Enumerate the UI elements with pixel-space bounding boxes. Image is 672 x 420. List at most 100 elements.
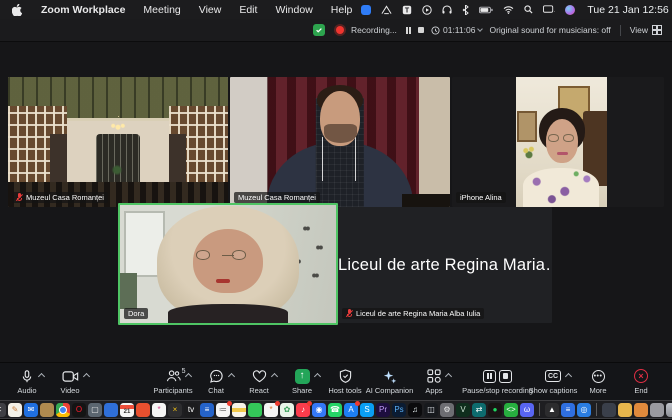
video-tile-museum-host[interactable]: Muzeul Casa Romanței: [230, 77, 450, 207]
menu-item-meeting[interactable]: Meeting: [134, 4, 189, 16]
chevron-up-icon[interactable]: [445, 373, 452, 380]
chevron-up-icon[interactable]: [38, 373, 45, 380]
dock-icon-notes[interactable]: [232, 403, 246, 417]
toolbar-chat-button[interactable]: Chat: [199, 368, 233, 395]
dock-icon-tiktok[interactable]: ♫: [408, 403, 422, 417]
video-tile-dora-active-speaker[interactable]: Dora: [118, 203, 338, 325]
t-square-icon[interactable]: T: [402, 5, 412, 15]
dock-icon-spotify[interactable]: ●: [488, 403, 502, 417]
dock-icon-system-settings[interactable]: ⚙: [440, 403, 454, 417]
dock-icon-photoshop[interactable]: Ps: [392, 403, 406, 417]
dock-icon-preview-app[interactable]: ▢: [88, 403, 102, 417]
dock-icon-v-app[interactable]: V: [456, 403, 470, 417]
apple-menu-icon[interactable]: [12, 4, 22, 16]
video-tile-liceul[interactable]: Liceul de arte Regina Maria… Liceul de a…: [338, 207, 552, 323]
dock-icon-skype[interactable]: S: [360, 403, 374, 417]
dock-icon-reminders[interactable]: ≔: [216, 403, 230, 417]
dock-icon-blue-lines-app[interactable]: ≡: [200, 403, 214, 417]
dock-icon-music[interactable]: ♪: [296, 403, 310, 417]
toolbar-label: AI Companion: [366, 386, 414, 395]
shield-icon: [339, 368, 352, 384]
original-sound-toggle[interactable]: Original sound for musicians: off: [489, 25, 610, 35]
dock-icon-chrome[interactable]: [56, 403, 70, 417]
dock-icon-yellow-folder[interactable]: [618, 403, 632, 417]
battery-icon[interactable]: [479, 6, 493, 14]
dock-icon-color-wheel-app[interactable]: *: [264, 403, 278, 417]
chevron-up-icon[interactable]: [270, 373, 277, 380]
zoom-meeting-screen: Zoom WorkplaceMeetingViewEditWindowHelp …: [0, 0, 672, 420]
toolbar-captions-button[interactable]: CCShow captions: [534, 368, 572, 395]
pause-recording-icon[interactable]: [406, 27, 411, 34]
dock-icon-dark-z-app[interactable]: ◫: [424, 403, 438, 417]
dock-icon-dark-folder[interactable]: [602, 403, 616, 417]
toolbar-react-button[interactable]: React: [242, 368, 276, 395]
toolbar-participants-button[interactable]: 5Participants: [156, 368, 190, 395]
headphones-icon[interactable]: [442, 5, 452, 14]
end-call-icon: ×: [634, 369, 648, 383]
dock-icon-orange-circle-app[interactable]: [136, 403, 150, 417]
dock-icon-launchpad[interactable]: ∷: [0, 403, 6, 417]
chevron-up-icon[interactable]: [313, 373, 320, 380]
chevron-up-icon[interactable]: [184, 373, 191, 380]
dock-icon-apple-tv[interactable]: tv: [184, 403, 198, 417]
siri-icon[interactable]: [565, 5, 575, 15]
dock-icon-teal-arrows-app[interactable]: ⇄: [472, 403, 486, 417]
dock-icon-trash[interactable]: [666, 403, 672, 417]
toolbar-more-button[interactable]: •••More: [581, 368, 615, 395]
dock-icon-app-store[interactable]: A: [344, 403, 358, 417]
aframe-icon[interactable]: [381, 5, 392, 15]
dock-icon-photos[interactable]: *: [152, 403, 166, 417]
dock-icon-tan-app[interactable]: [40, 403, 54, 417]
app-blue-icon[interactable]: [361, 5, 371, 15]
menu-item-edit[interactable]: Edit: [230, 4, 266, 16]
menu-items: Zoom WorkplaceMeetingViewEditWindowHelp: [32, 4, 361, 16]
bluetooth-icon[interactable]: [462, 5, 469, 15]
dock-icon-premiere[interactable]: Pr: [376, 403, 390, 417]
chevron-up-icon[interactable]: [82, 373, 89, 380]
dock-icon-green-app[interactable]: [248, 403, 262, 417]
toolbar-apps-button[interactable]: Apps: [417, 368, 451, 395]
menu-bar-clock[interactable]: Tue 21 Jan 12:56: [587, 4, 668, 16]
video-tile-museum-hall[interactable]: Muzeul Casa Romanței: [8, 77, 228, 207]
menu-item-view[interactable]: View: [190, 4, 231, 16]
chevron-down-icon[interactable]: [478, 26, 484, 32]
menu-item-window[interactable]: Window: [266, 4, 321, 16]
toolbar-ai-companion-button[interactable]: AI Companion: [371, 368, 408, 395]
dock-icon-minimized-window[interactable]: [650, 403, 664, 417]
dock-icon-orange-folder[interactable]: [634, 403, 648, 417]
stop-recording-icon[interactable]: [418, 27, 424, 33]
participant-name-badge: iPhone Alina: [456, 192, 506, 203]
dock-icon-pencil-app[interactable]: ✎: [8, 403, 22, 417]
menu-item-help[interactable]: Help: [322, 4, 362, 16]
toolbar-share-button[interactable]: ↑Share: [285, 368, 319, 395]
wifi-icon[interactable]: [503, 6, 514, 14]
dock-icon-opera[interactable]: O: [72, 403, 86, 417]
toolbar-audio-button[interactable]: Audio: [10, 368, 44, 395]
dock-icon-calendar[interactable]: 21: [120, 403, 134, 417]
dock-icon-blue-circle-app[interactable]: ◎: [577, 403, 591, 417]
dock-icon-green-code-app[interactable]: <>: [504, 403, 518, 417]
toolbar-host-tools-button[interactable]: Host tools: [328, 368, 362, 395]
dock-icon-whatsapp[interactable]: ☎: [328, 403, 342, 417]
encryption-shield-icon[interactable]: [313, 24, 325, 36]
play-circle-icon[interactable]: [422, 5, 432, 15]
dock-icon-discord[interactable]: ω: [520, 403, 534, 417]
toolbar-record-button[interactable]: Pause/stop recording: [470, 368, 525, 395]
dock-icon-up-arrow-app[interactable]: ▲: [545, 403, 559, 417]
chevron-up-icon[interactable]: [227, 373, 234, 380]
view-button[interactable]: View: [630, 25, 662, 35]
end-icon: ×: [634, 368, 648, 384]
dock-icon-yellow-x-app[interactable]: ×: [168, 403, 182, 417]
chevron-up-icon[interactable]: [565, 373, 572, 380]
dock-icon-blue-app[interactable]: [104, 403, 118, 417]
menu-item-zoom-workplace[interactable]: Zoom Workplace: [32, 4, 134, 16]
toolbar-video-button[interactable]: Video: [53, 368, 87, 395]
dock-icon-blue-figure-app[interactable]: ◉: [312, 403, 326, 417]
display-icon[interactable]: +: [543, 5, 555, 14]
toolbar-end-button[interactable]: ×End: [624, 368, 658, 395]
dock-icon-mail[interactable]: ✉: [24, 403, 38, 417]
dock-icon-leaf-app[interactable]: ✿: [280, 403, 294, 417]
search-icon[interactable]: [524, 5, 533, 14]
video-tile-iphone-alina[interactable]: iPhone Alina: [452, 77, 664, 207]
dock-icon-blue-doc-app[interactable]: ≡: [561, 403, 575, 417]
